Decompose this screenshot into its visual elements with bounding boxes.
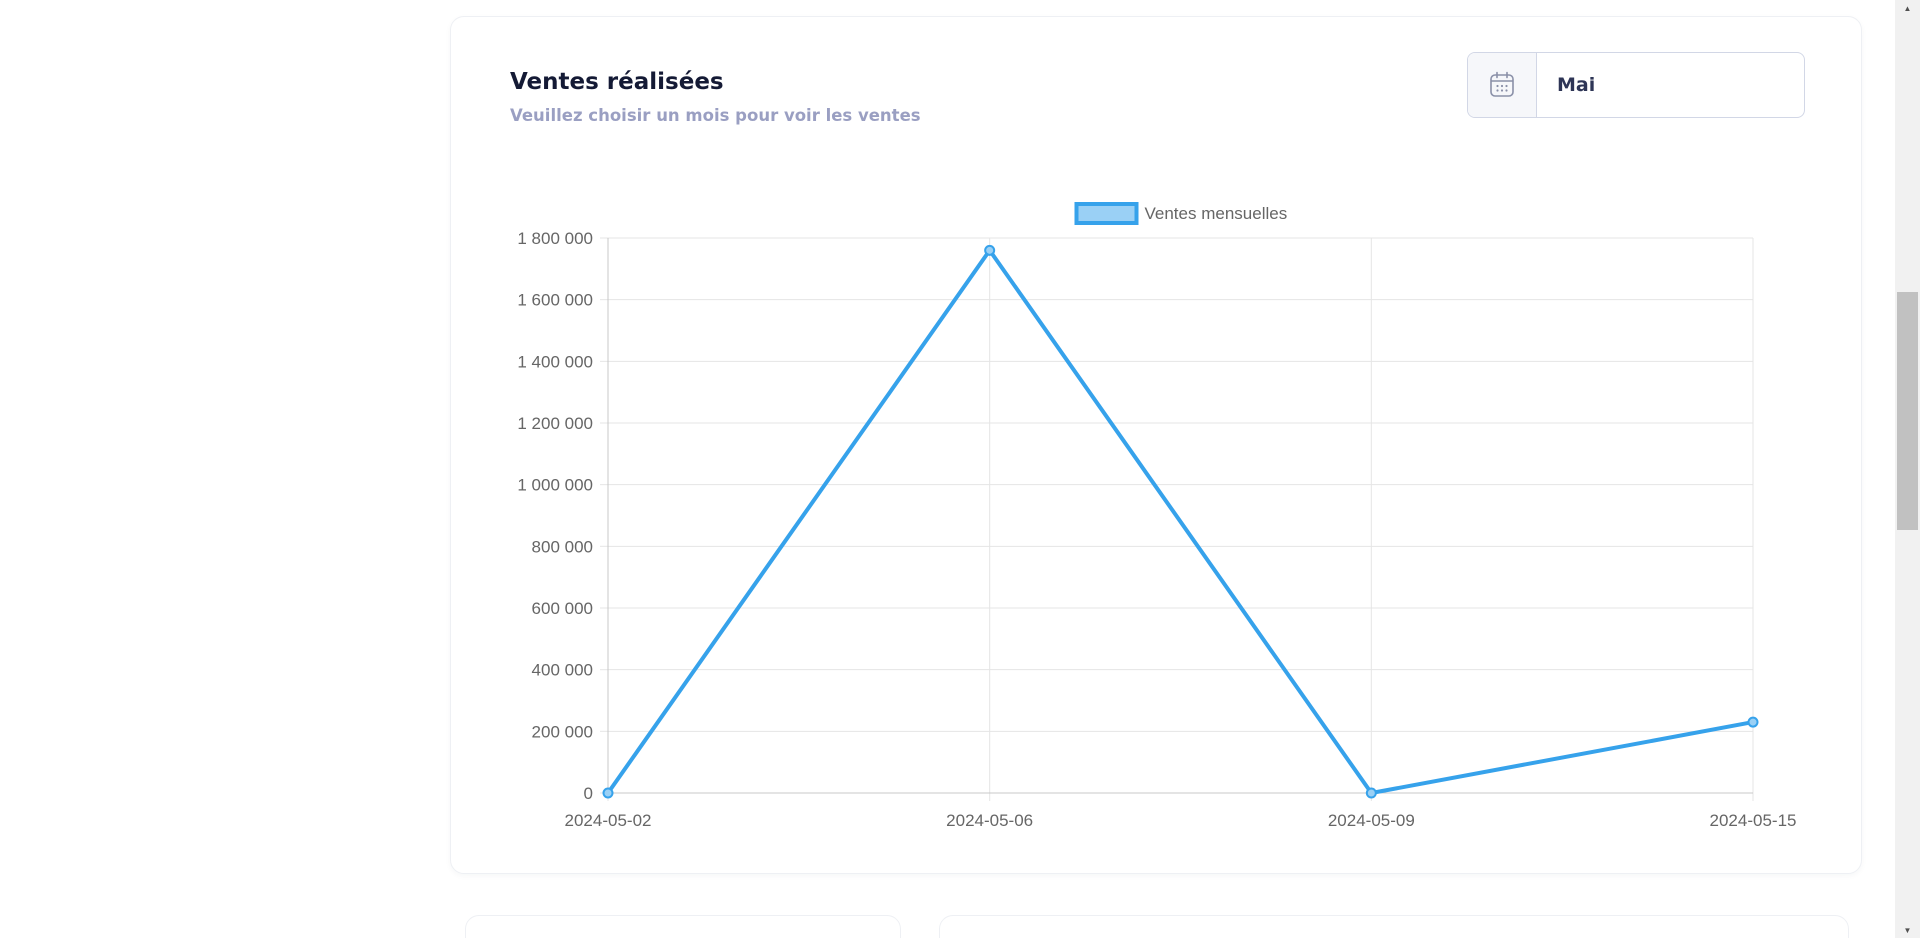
y-tick-label: 400 000 xyxy=(532,661,593,680)
scroll-up-icon[interactable]: ▲ xyxy=(1895,0,1920,16)
y-tick-label: 1 600 000 xyxy=(517,291,593,310)
x-tick-label: 2024-05-09 xyxy=(1328,811,1415,830)
y-tick-label: 1 000 000 xyxy=(517,476,593,495)
data-point[interactable] xyxy=(602,787,614,799)
vertical-scrollbar[interactable]: ▲ ▼ xyxy=(1895,0,1920,938)
y-tick-label: 800 000 xyxy=(532,537,593,556)
y-tick-label: 1 800 000 xyxy=(517,229,593,248)
scrollbar-thumb[interactable] xyxy=(1897,292,1918,530)
legend-label[interactable]: Ventes mensuelles xyxy=(1145,204,1288,223)
y-tick-label: 1 400 000 xyxy=(517,352,593,371)
data-point[interactable] xyxy=(984,244,996,256)
x-tick-label: 2024-05-15 xyxy=(1710,811,1797,830)
series-line xyxy=(606,248,1755,795)
y-tick-label: 0 xyxy=(584,784,593,803)
data-point[interactable] xyxy=(1365,787,1377,799)
page: Ventes réalisées Veuillez choisir un moi… xyxy=(0,0,1920,938)
data-point[interactable] xyxy=(1747,716,1759,728)
legend-swatch[interactable] xyxy=(1074,202,1139,225)
sales-line-chart: 0 200 000 400 000 600 000 800 000 1 000 000 1 … xyxy=(517,202,1797,830)
x-tick-label: 2024-05-06 xyxy=(946,811,1033,830)
y-tick-label: 600 000 xyxy=(532,599,593,618)
y-tick-label: 1 200 000 xyxy=(517,414,593,433)
x-tick-label: 2024-05-02 xyxy=(565,811,652,830)
lower-card-right xyxy=(939,915,1849,938)
scroll-down-icon[interactable]: ▼ xyxy=(1895,922,1920,938)
lower-card-left xyxy=(465,915,901,938)
y-tick-label: 200 000 xyxy=(532,722,593,741)
